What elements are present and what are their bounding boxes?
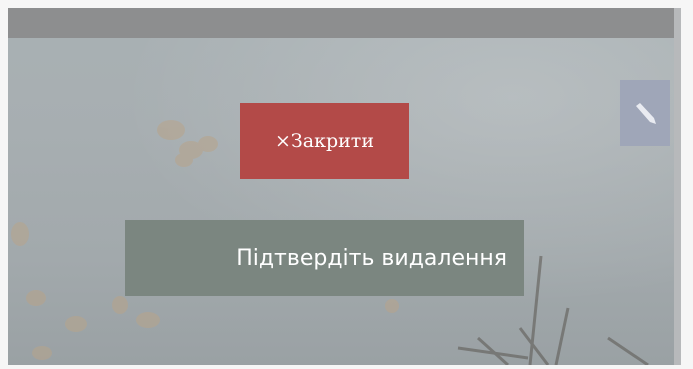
scrollbar-strip	[674, 8, 681, 365]
close-button[interactable]: ×Закрити	[240, 103, 409, 179]
background-image	[11, 120, 649, 365]
confirm-delete-message: Підтвердіть видалення	[125, 220, 524, 296]
edit-button[interactable]	[620, 80, 670, 146]
modal-overlay: ×Закрити Підтвердіть видалення	[8, 8, 681, 365]
top-bar	[8, 8, 681, 38]
pencil-icon	[636, 103, 656, 124]
screenshot-frame: ×Закрити Підтвердіть видалення	[0, 0, 693, 369]
